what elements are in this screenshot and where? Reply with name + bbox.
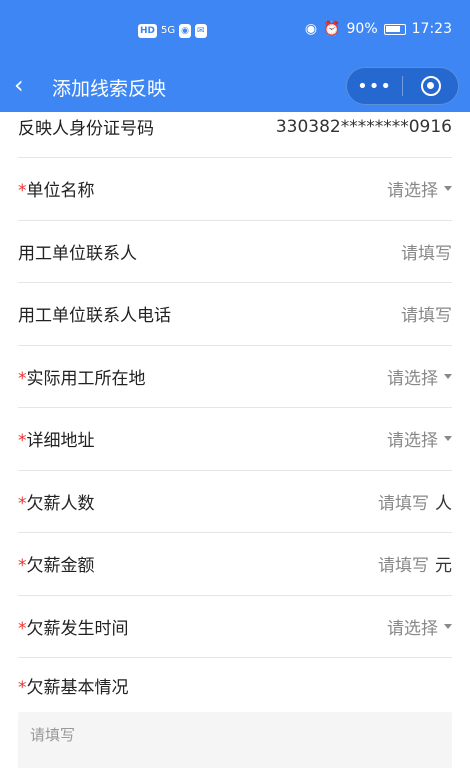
- required-mark: *: [18, 556, 27, 577]
- unpaid-count-label: 欠薪人数: [26, 493, 95, 514]
- target-circle-icon: [420, 76, 441, 96]
- employer-contact-label: 用工单位联系人: [18, 243, 137, 264]
- id-number-row: 反映人身份证号码 330382********0916: [18, 96, 452, 158]
- battery-icon: [383, 23, 406, 35]
- battery-percent: 90%: [346, 21, 378, 37]
- clock: 17:23: [411, 21, 452, 37]
- form-row-employer-contact[interactable]: 用工单位联系人 请填写: [18, 221, 452, 283]
- form-row-detail-address[interactable]: *详细地址 请选择: [18, 408, 452, 471]
- dropdown-caret-icon: [444, 373, 452, 379]
- signal-icon: 5G: [161, 25, 176, 36]
- status-bar: HD 5G ◉ ✉ ◉ ⏰ 90% 17:23: [0, 0, 470, 62]
- required-mark: *: [18, 431, 27, 452]
- hd-icon: HD: [138, 24, 158, 38]
- app-notification-icon: ◉: [179, 24, 191, 38]
- id-number-label: 反映人身份证号码: [18, 119, 154, 139]
- alarm-icon: ⏰: [323, 21, 341, 37]
- unpaid-count-input[interactable]: 请填写: [378, 489, 429, 514]
- form-row-work-location[interactable]: *实际用工所在地 请选择: [18, 346, 452, 408]
- unpaid-description-label: 欠薪基本情况: [26, 677, 129, 698]
- close-miniprogram-button[interactable]: [403, 76, 458, 96]
- company-name-label: 单位名称: [26, 181, 95, 202]
- dropdown-caret-icon: [444, 623, 452, 629]
- required-mark: *: [18, 181, 27, 202]
- required-mark: *: [18, 677, 27, 698]
- employer-phone-input[interactable]: 请填写: [401, 301, 452, 326]
- form-row-unpaid-amount[interactable]: *欠薪金额 请填写元: [18, 533, 452, 596]
- work-location-select[interactable]: 请选择: [387, 364, 438, 389]
- message-notification-icon: ✉: [195, 24, 207, 38]
- detail-address-select[interactable]: 请选择: [387, 426, 438, 451]
- employer-phone-label: 用工单位联系人电话: [18, 306, 171, 327]
- status-left-icons: HD 5G ◉ ✉: [138, 24, 207, 38]
- unpaid-time-label: 欠薪发生时间: [26, 618, 129, 639]
- work-location-label: 实际用工所在地: [26, 368, 146, 389]
- required-mark: *: [18, 493, 27, 514]
- form-row-unpaid-count[interactable]: *欠薪人数 请填写人: [18, 471, 452, 533]
- dropdown-caret-icon: [444, 436, 452, 442]
- unpaid-amount-input[interactable]: 请填写: [378, 551, 429, 576]
- status-right: ◉ ⏰ 90% 17:23: [305, 21, 452, 37]
- unpaid-time-select[interactable]: 请选择: [387, 614, 438, 639]
- company-name-select[interactable]: 请选择: [387, 176, 438, 201]
- unit-people: 人: [435, 493, 452, 514]
- id-number-value: 330382********0916: [275, 116, 452, 137]
- form-row-unpaid-description: *欠薪基本情况: [18, 658, 452, 712]
- unit-yuan: 元: [435, 556, 452, 577]
- employer-contact-input[interactable]: 请填写: [401, 239, 452, 264]
- dropdown-caret-icon: [444, 186, 452, 192]
- detail-address-label: 详细地址: [26, 431, 95, 452]
- unpaid-description-textarea[interactable]: 请填写: [18, 712, 452, 768]
- required-mark: *: [18, 368, 27, 389]
- required-mark: *: [18, 618, 27, 639]
- form-row-unpaid-time[interactable]: *欠薪发生时间 请选择: [18, 596, 452, 658]
- form-row-employer-phone[interactable]: 用工单位联系人电话 请填写: [18, 283, 452, 346]
- form-row-company-name[interactable]: *单位名称 请选择: [18, 158, 452, 221]
- report-form: 反映人身份证号码 330382********0916 *单位名称 请选择 用工…: [18, 96, 452, 768]
- eye-icon: ◉: [304, 21, 318, 37]
- more-menu-button[interactable]: •••: [347, 76, 402, 97]
- unpaid-amount-label: 欠薪金额: [26, 556, 95, 577]
